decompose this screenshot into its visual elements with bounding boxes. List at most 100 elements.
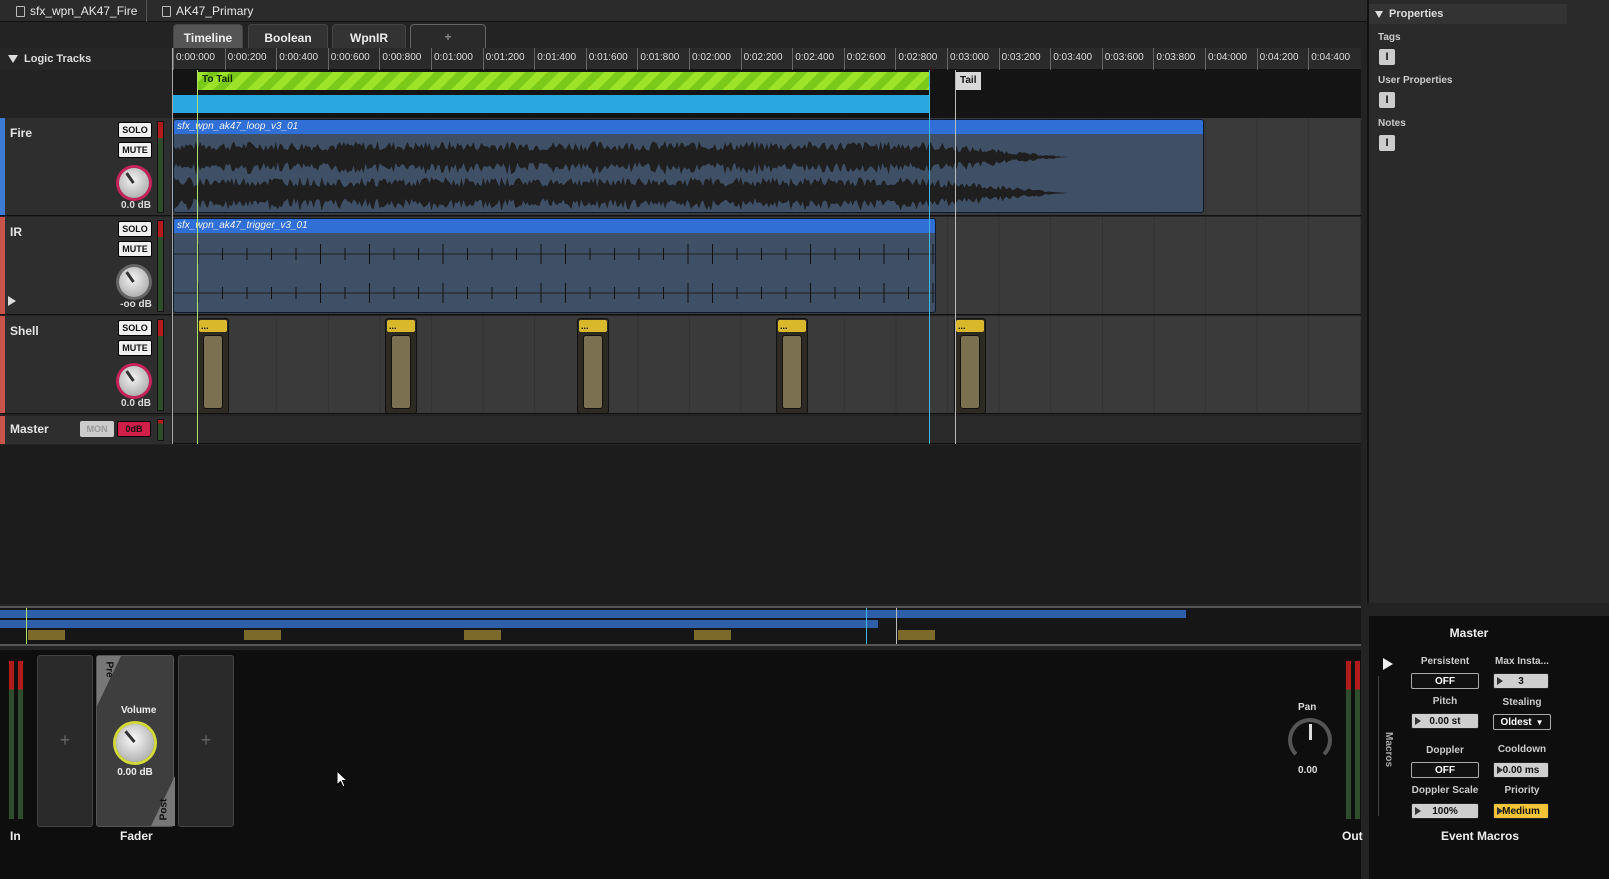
- clip-indicator-button[interactable]: 0dB: [117, 421, 151, 437]
- doppler-scale-field[interactable]: 100%: [1411, 803, 1479, 819]
- fader-module[interactable]: Pre Volume 0.00 dB Post: [96, 655, 175, 827]
- notes-edit-button[interactable]: I: [1379, 135, 1395, 151]
- tags-edit-button[interactable]: I: [1379, 49, 1395, 65]
- input-meter-right: [17, 660, 24, 820]
- track-color-stripe: [0, 316, 5, 413]
- monitor-button[interactable]: MON: [80, 421, 114, 437]
- arrow-icon: [1415, 807, 1421, 815]
- properties-title: Properties: [1389, 8, 1444, 20]
- track-header-ir[interactable]: IR SOLO MUTE -oo dB: [0, 217, 171, 315]
- plus-icon[interactable]: +: [179, 730, 233, 751]
- breadcrumb-item-multi[interactable]: AK47_Primary: [146, 0, 261, 22]
- ruler-tick-label: 0:02:600: [843, 48, 886, 70]
- collapse-triangle-icon[interactable]: [8, 55, 18, 63]
- mute-button[interactable]: MUTE: [118, 241, 152, 257]
- breadcrumb-label: sfx_wpn_AK47_Fire: [30, 4, 138, 18]
- instrument-tag: ...: [956, 320, 984, 332]
- master-lane[interactable]: [173, 416, 1361, 444]
- knob-pointer: [125, 370, 135, 382]
- volume-knob[interactable]: [119, 267, 149, 297]
- mute-button[interactable]: MUTE: [118, 340, 152, 356]
- tail-marker[interactable]: Tail: [955, 72, 982, 90]
- volume-value: 0.0 dB: [120, 200, 151, 211]
- user-properties-edit-button[interactable]: I: [1379, 92, 1395, 108]
- properties-header[interactable]: Properties: [1369, 4, 1567, 24]
- event-instrument[interactable]: ...: [385, 318, 417, 414]
- ruler-tick-label: 0:00:400: [276, 48, 318, 70]
- track-lane-shell[interactable]: [173, 316, 1361, 414]
- track-name: Master: [10, 422, 49, 436]
- solo-button[interactable]: SOLO: [118, 320, 152, 336]
- knob-pointer: [125, 172, 135, 184]
- arrow-icon: [1497, 766, 1503, 774]
- volume-knob[interactable]: [119, 168, 149, 198]
- volume-knob[interactable]: [119, 366, 149, 396]
- document-icon: [162, 5, 171, 17]
- logic-tracks-header[interactable]: Logic Tracks: [0, 48, 173, 70]
- volume-label: Volume: [121, 705, 157, 716]
- timeline-selection-bar[interactable]: [173, 95, 930, 113]
- instrument-body: [583, 335, 603, 409]
- instrument-body: [391, 335, 411, 409]
- expand-triangle-icon[interactable]: [8, 296, 16, 306]
- arrow-icon: [1497, 677, 1503, 685]
- event-instrument[interactable]: ...: [197, 318, 229, 414]
- loop-region[interactable]: [197, 72, 930, 90]
- solo-button[interactable]: SOLO: [118, 122, 152, 138]
- add-tab-button[interactable]: +: [410, 24, 486, 50]
- audio-region[interactable]: sfx_wpn_ak47_loop_v3_01: [173, 119, 1204, 213]
- track-header-shell[interactable]: Shell SOLO MUTE 0.0 dB: [0, 316, 171, 414]
- priority-field[interactable]: Medium: [1493, 803, 1549, 819]
- doppler-toggle[interactable]: OFF: [1411, 762, 1479, 778]
- max-instances-field[interactable]: 3: [1493, 673, 1549, 689]
- event-macros-panel: Master Macros Persistent OFF Max Insta..…: [1367, 616, 1609, 879]
- collapse-triangle-icon[interactable]: [1375, 10, 1383, 18]
- solo-button[interactable]: SOLO: [118, 221, 152, 237]
- persistent-toggle[interactable]: OFF: [1411, 673, 1479, 689]
- tail-marker-line: [955, 70, 956, 444]
- persistent-label: Persistent: [1420, 656, 1470, 667]
- timeline-overview[interactable]: [0, 606, 1361, 646]
- event-instrument[interactable]: ...: [776, 318, 808, 414]
- ruler-tick-label: 0:03:000: [947, 48, 989, 70]
- cooldown-label: Cooldown: [1497, 744, 1547, 755]
- track-color-stripe: [0, 118, 5, 215]
- audio-region[interactable]: sfx_wpn_ak47_trigger_v3_01: [173, 218, 936, 313]
- pre-label: Pre: [103, 661, 115, 678]
- input-label: In: [10, 829, 21, 843]
- pre-fader-effect-slot[interactable]: +: [37, 655, 93, 827]
- timeline-ruler[interactable]: 0:00:000 0:00:200 0:00:400 0:00:600 0:00:800…: [173, 48, 1361, 70]
- ruler-tick-label: 0:01:200: [482, 48, 525, 70]
- stealing-dropdown[interactable]: Oldest ▼: [1493, 714, 1551, 730]
- tab-timeline[interactable]: Timeline: [173, 24, 243, 50]
- play-icon[interactable]: [1383, 658, 1393, 670]
- stealing-label: Stealing: [1502, 697, 1542, 708]
- pitch-field[interactable]: 0.00 st: [1411, 713, 1479, 729]
- knob-pointer: [1309, 724, 1312, 740]
- tracks-empty-area[interactable]: [0, 445, 1361, 604]
- cooldown-field[interactable]: 0.00 ms: [1493, 762, 1549, 778]
- waveform-left: [174, 141, 1203, 174]
- pan-value: 0.00: [1298, 765, 1318, 776]
- region-title: sfx_wpn_ak47_loop_v3_01: [174, 120, 1203, 134]
- event-macros-label: Event Macros: [1440, 829, 1520, 843]
- ruler-tick-label: 0:02:000: [689, 48, 731, 70]
- tab-boolean[interactable]: Boolean: [248, 24, 328, 50]
- event-instrument[interactable]: ...: [954, 318, 986, 414]
- mute-button[interactable]: MUTE: [118, 142, 152, 158]
- loop-end-line: [929, 70, 930, 444]
- plus-icon[interactable]: +: [38, 730, 92, 751]
- pan-knob[interactable]: [1288, 718, 1332, 762]
- ruler-tick-label: 0:03:200: [998, 48, 1041, 70]
- playhead[interactable]: [172, 48, 173, 444]
- instrument-tag: ...: [387, 320, 415, 332]
- volume-knob[interactable]: [116, 724, 154, 762]
- event-instrument[interactable]: ...: [577, 318, 609, 414]
- level-meter: [157, 319, 164, 411]
- post-fader-effect-slot[interactable]: +: [178, 655, 234, 827]
- track-header-fire[interactable]: Fire SOLO MUTE 0.0 dB: [0, 118, 171, 216]
- breadcrumb-item-event[interactable]: sfx_wpn_AK47_Fire: [0, 0, 145, 22]
- max-instances-label: Max Insta...: [1495, 656, 1549, 667]
- doppler-label: Doppler: [1426, 745, 1464, 756]
- tab-wpnir[interactable]: WpnIR: [332, 24, 406, 50]
